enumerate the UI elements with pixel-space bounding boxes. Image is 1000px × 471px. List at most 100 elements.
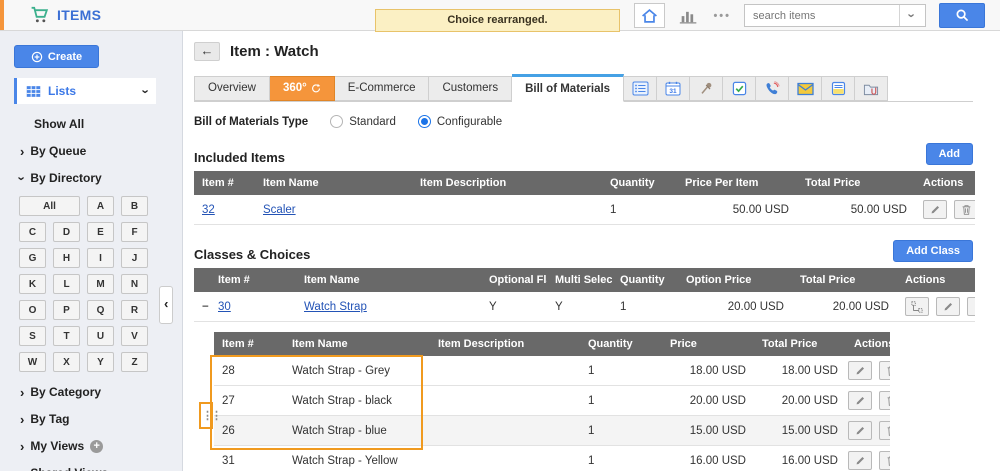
bom-type-configurable[interactable]: Configurable [418, 115, 502, 128]
letter-button[interactable]: S [19, 326, 46, 346]
sidebar-item-show-all[interactable]: Show All [34, 117, 182, 131]
edit-button[interactable] [936, 297, 960, 316]
search-button[interactable] [939, 3, 985, 28]
sidebar-collapse-handle[interactable]: › [159, 286, 173, 324]
letter-button[interactable]: G [19, 248, 46, 268]
sidebar-item-by-tag[interactable]: › By Tag [20, 412, 182, 426]
multi-select: Y [547, 292, 612, 322]
home-button[interactable] [634, 3, 665, 28]
letter-button[interactable]: V [121, 326, 148, 346]
letter-button[interactable]: O [19, 300, 46, 320]
class-name-link[interactable]: Watch Strap [304, 301, 367, 313]
letter-button[interactable]: W [19, 352, 46, 372]
tab-phone[interactable] [756, 76, 789, 101]
letter-button[interactable]: Z [121, 352, 148, 372]
letter-button[interactable]: D [53, 222, 80, 242]
letter-button-all[interactable]: All [19, 196, 80, 216]
choice-name: Watch Strap - black [284, 386, 430, 416]
add-item-button[interactable]: Add [926, 143, 973, 165]
col-quantity: Quantity [580, 332, 662, 356]
sidebar-item-by-category[interactable]: › By Category [20, 385, 182, 399]
tab-attachments[interactable] [855, 76, 888, 101]
col-option-price: Option Price [678, 268, 792, 292]
col-item-name: Item Name [296, 268, 481, 292]
tab-tasks[interactable] [723, 76, 756, 101]
tab-ecommerce[interactable]: E-Commerce [335, 76, 430, 101]
sidebar-item-lists[interactable]: Lists › [14, 78, 156, 104]
letter-button[interactable]: Q [87, 300, 114, 320]
delete-button[interactable] [879, 451, 890, 470]
sidebar-item-by-directory[interactable]: › By Directory [20, 171, 182, 185]
tab-overview[interactable]: Overview [194, 76, 270, 101]
collapse-row-icon[interactable]: − [202, 301, 209, 313]
create-button[interactable]: Create [14, 45, 99, 68]
sidebar-item-by-queue[interactable]: › By Queue [20, 144, 182, 158]
chart-icon[interactable] [678, 6, 700, 25]
choice-quantity: 1 [580, 356, 662, 386]
delete-button[interactable] [954, 200, 975, 219]
tab-details[interactable] [624, 76, 657, 101]
letter-button[interactable]: U [87, 326, 114, 346]
letter-button[interactable]: J [121, 248, 148, 268]
letter-button[interactable]: R [121, 300, 148, 320]
letter-button[interactable]: I [87, 248, 114, 268]
pencil-icon [855, 455, 866, 466]
letter-button[interactable]: N [121, 274, 148, 294]
letter-button[interactable]: C [19, 222, 46, 242]
delete-button[interactable] [879, 421, 890, 440]
choice-number: 28 [214, 356, 284, 386]
tab-customers[interactable]: Customers [429, 76, 512, 101]
tab-pushpin[interactable] [690, 76, 723, 101]
search-scope-dropdown[interactable]: › [899, 5, 925, 26]
letter-button[interactable]: F [121, 222, 148, 242]
search-input[interactable] [745, 10, 899, 22]
choices-region: ⋮⋮ Item # Item Name Item Description Qua… [200, 332, 892, 471]
assign-choices-button[interactable] [905, 297, 929, 316]
item-name-link[interactable]: Scaler [263, 204, 296, 216]
trash-icon [886, 365, 890, 377]
col-actions: Actions [897, 268, 975, 292]
item-number-link[interactable]: 32 [202, 204, 215, 216]
letter-button[interactable]: A [87, 196, 114, 216]
letter-button[interactable]: H [53, 248, 80, 268]
choice-name: Watch Strap - Grey [284, 356, 430, 386]
delete-button[interactable] [967, 297, 975, 316]
option-price: 20.00 USD [678, 292, 792, 322]
add-class-button[interactable]: Add Class [893, 240, 973, 262]
tab-360[interactable]: 360° [270, 76, 335, 101]
class-number-link[interactable]: 30 [218, 301, 231, 313]
letter-button[interactable]: P [53, 300, 80, 320]
edit-button[interactable] [848, 421, 872, 440]
letter-button[interactable]: X [53, 352, 80, 372]
pencil-icon [855, 395, 866, 406]
edit-button[interactable] [848, 451, 872, 470]
more-options-icon[interactable]: ••• [713, 10, 731, 22]
tab-bill-of-materials[interactable]: Bill of Materials [512, 74, 624, 102]
edit-button[interactable] [923, 200, 947, 219]
col-item-description: Item Description [430, 332, 580, 356]
letter-button[interactable]: Y [87, 352, 114, 372]
by-directory-label: By Directory [30, 171, 101, 185]
sidebar-item-my-views[interactable]: › My Views + [20, 439, 182, 453]
sidebar-item-shared-views[interactable]: › Shared Views [20, 466, 182, 471]
delete-button[interactable] [879, 361, 890, 380]
letter-button[interactable]: T [53, 326, 80, 346]
letter-button[interactable]: B [121, 196, 148, 216]
delete-button[interactable] [879, 391, 890, 410]
add-view-icon[interactable]: + [90, 440, 103, 453]
drag-handle-icon[interactable]: ⋮⋮ [202, 409, 220, 422]
tab-email[interactable] [789, 76, 822, 101]
letter-button[interactable]: K [19, 274, 46, 294]
tab-calendar[interactable]: 31 [657, 76, 690, 101]
letter-button[interactable]: L [53, 274, 80, 294]
tab-notes[interactable] [822, 76, 855, 101]
col-item-no: Item # [210, 268, 296, 292]
edit-button[interactable] [848, 391, 872, 410]
edit-button[interactable] [848, 361, 872, 380]
letter-button[interactable]: M [87, 274, 114, 294]
tab-360-label: 360° [283, 77, 307, 100]
bom-type-standard[interactable]: Standard [330, 115, 396, 128]
back-button[interactable]: ← [194, 42, 220, 61]
letter-button[interactable]: E [87, 222, 114, 242]
col-item-name: Item Name [255, 171, 412, 195]
